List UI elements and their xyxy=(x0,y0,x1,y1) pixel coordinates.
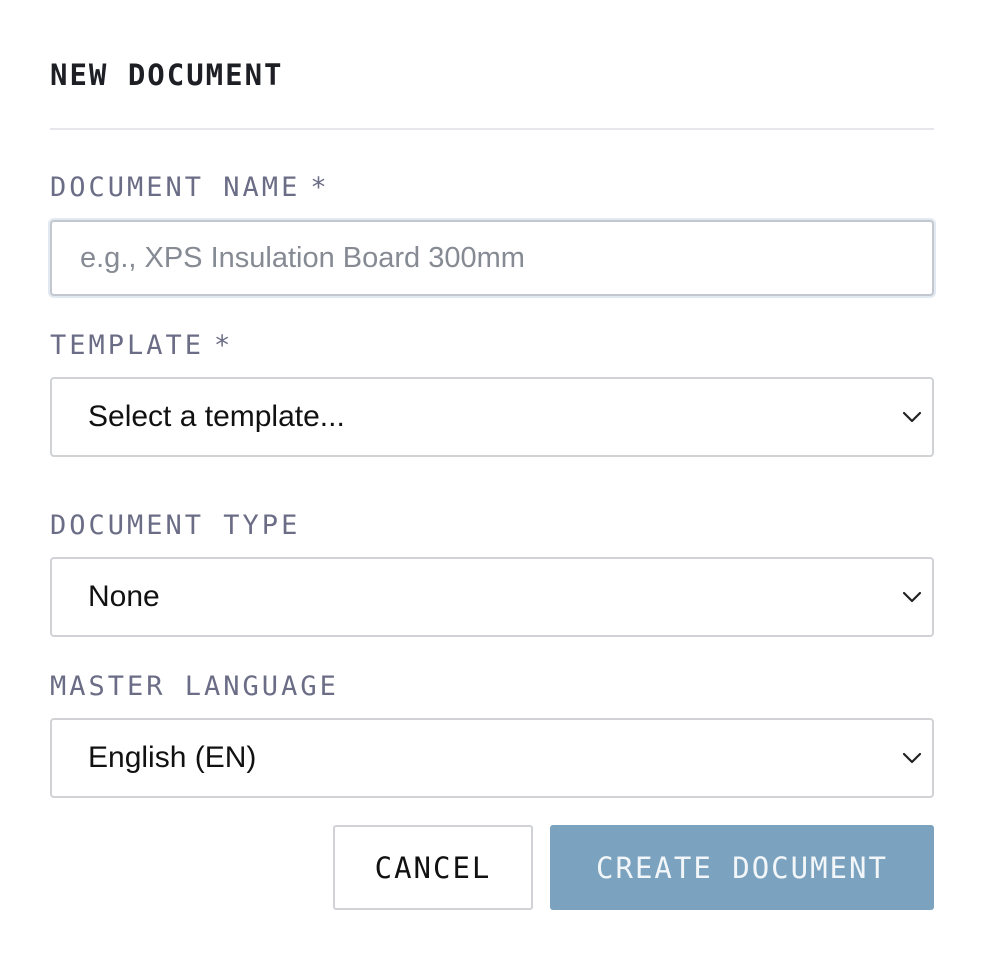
chevron-down-icon xyxy=(902,591,922,603)
dialog-title: NEW DOCUMENT xyxy=(50,58,284,92)
required-marker: * xyxy=(310,172,330,203)
master-language-select-value: English (EN) xyxy=(88,741,257,774)
document-type-select-value: None xyxy=(88,580,160,613)
master-language-select[interactable]: English (EN) xyxy=(50,718,934,798)
cancel-button[interactable]: CANCEL xyxy=(333,825,533,910)
document-name-label-text: DOCUMENT NAME xyxy=(50,172,301,203)
document-type-label-text: DOCUMENT TYPE xyxy=(50,510,301,541)
document-type-select[interactable]: None xyxy=(50,557,934,637)
create-document-button[interactable]: CREATE DOCUMENT xyxy=(550,825,934,910)
document-type-label: DOCUMENT TYPE xyxy=(50,510,300,541)
master-language-label: MASTER LANGUAGE xyxy=(50,671,339,702)
template-select[interactable]: Select a template... xyxy=(50,377,934,457)
chevron-down-icon xyxy=(902,752,922,764)
document-name-input[interactable] xyxy=(50,220,934,296)
document-name-label: DOCUMENT NAME * xyxy=(50,172,330,203)
template-select-value: Select a template... xyxy=(88,400,345,433)
chevron-down-icon xyxy=(902,411,922,423)
master-language-label-text: MASTER LANGUAGE xyxy=(50,671,339,702)
template-label-text: TEMPLATE xyxy=(50,330,205,361)
required-marker: * xyxy=(214,330,234,361)
title-divider xyxy=(50,128,934,130)
template-label: TEMPLATE * xyxy=(50,330,233,361)
